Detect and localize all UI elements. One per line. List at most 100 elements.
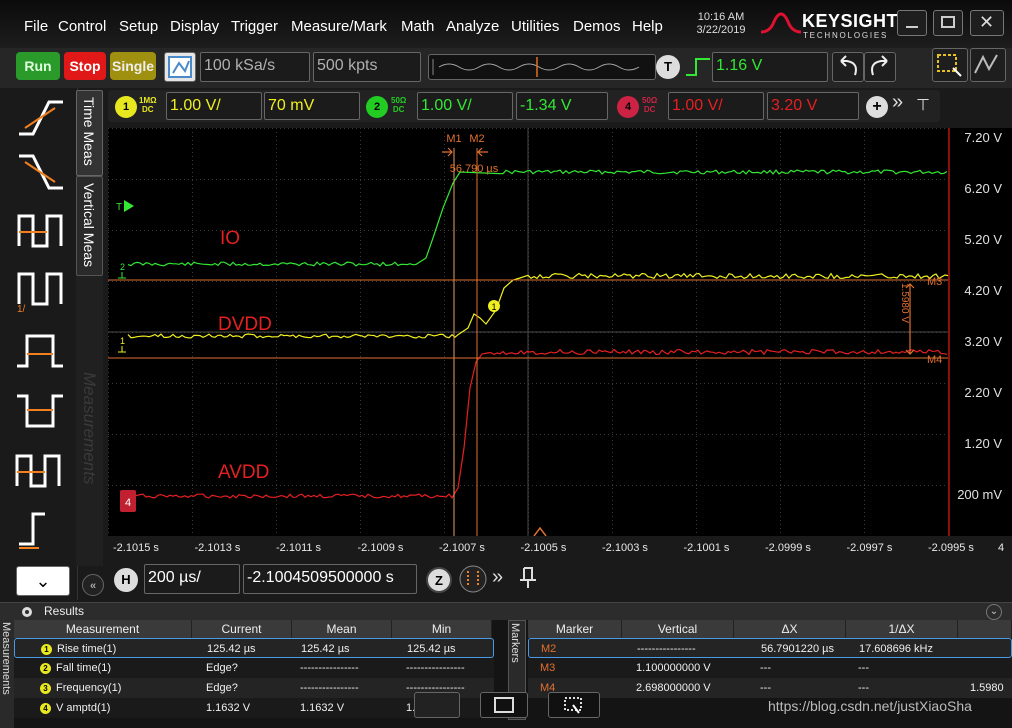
menu-measure-mark[interactable]: Measure/Mark — [291, 18, 387, 35]
menu-help[interactable]: Help — [632, 18, 663, 35]
meas-header[interactable]: Min — [392, 620, 492, 638]
marker-row[interactable]: M4 2.698000000 V --- --- 1.5980 — [528, 678, 1012, 698]
pin-icon[interactable] — [518, 566, 538, 590]
add-channel-button[interactable]: + — [866, 96, 888, 118]
negative-width-icon[interactable] — [15, 386, 65, 434]
duty-cycle-icon[interactable] — [15, 446, 65, 494]
marker-row[interactable]: M2 ---------------- 56.7901220 µs 17.608696… — [528, 638, 1012, 658]
marker-header[interactable]: ΔX — [734, 620, 846, 638]
menu-file[interactable]: File — [24, 18, 48, 35]
y-axis: 7.20 V 6.20 V 5.20 V 4.20 V 3.20 V 2.20 V 1.20… — [948, 128, 1012, 553]
meas-header[interactable]: Mean — [292, 620, 392, 638]
scroll-down-button[interactable]: ⌄ — [16, 566, 70, 596]
undo-button[interactable] — [832, 52, 864, 82]
zoom-box-button[interactable] — [932, 48, 968, 82]
trace-label-dvdd: DVDD — [218, 314, 272, 335]
marker-header[interactable]: 1/ΔX — [846, 620, 958, 638]
brand-sub: TECHNOLOGIES — [803, 31, 889, 40]
channel-1-badge[interactable]: 1 — [115, 96, 137, 118]
autoscale-button[interactable] — [164, 52, 196, 82]
stop-button[interactable]: Stop — [64, 52, 106, 80]
fall-time-icon[interactable] — [15, 148, 65, 196]
results-nav-left-button[interactable] — [414, 692, 460, 718]
channel-1-offset-field[interactable]: 70 mV — [264, 92, 360, 120]
channel-2-coupling: 50Ω DC — [391, 96, 406, 114]
maximize-button[interactable] — [933, 10, 963, 36]
sample-rate-field[interactable]: 100 kSa/s — [200, 52, 310, 82]
single-button[interactable]: Single — [110, 52, 156, 80]
delta-x-readout: 56.790 µs — [450, 163, 499, 175]
marker-vertical: ---------------- — [637, 643, 696, 655]
tab-time-meas[interactable]: Time Meas — [76, 90, 103, 176]
channel-2-offset-field[interactable]: -1.34 V — [516, 92, 608, 120]
expand-channels-icon[interactable]: » — [892, 91, 903, 114]
tab-vertical-meas[interactable]: Vertical Meas — [76, 176, 103, 276]
marker-row[interactable]: M3 1.100000000 V --- --- — [528, 658, 1012, 678]
maximize-icon — [941, 16, 955, 28]
menu-utilities[interactable]: Utilities — [511, 18, 559, 35]
waveform-overview[interactable] — [428, 54, 656, 80]
meas-header[interactable]: Current — [192, 620, 292, 638]
measure-tool-button[interactable] — [970, 48, 1006, 82]
period-icon[interactable] — [15, 206, 65, 254]
measurements-panel-tab[interactable]: Measurements — [76, 276, 103, 566]
pin-channel-bar-icon[interactable]: ⊥ — [916, 94, 930, 114]
run-button[interactable]: Run — [16, 52, 60, 80]
menu-math[interactable]: Math — [401, 18, 434, 35]
delay-icon[interactable] — [15, 504, 65, 552]
expand-right-icon[interactable]: » — [492, 566, 503, 589]
rise-time-icon[interactable] — [15, 94, 65, 142]
channel-1-impedance: 1MΩ — [139, 96, 157, 105]
meas-min: ---------------- — [406, 662, 465, 674]
horizontal-badge[interactable]: H — [114, 568, 138, 592]
x-tick-label: -2.1005 s — [520, 542, 567, 554]
meas-header[interactable]: Measurement — [14, 620, 192, 638]
redo-button[interactable] — [864, 52, 896, 82]
channel-4-badge[interactable]: 4 — [617, 96, 639, 118]
zoom-box-icon — [937, 54, 962, 77]
waveform-display[interactable]: IO DVDD AVDD M1 M2 56.790 µs M3 M4 1.5980 V 2 1 4 T 1 — [108, 128, 949, 537]
collapse-results-icon[interactable]: ⌄ — [986, 604, 1002, 620]
tab-time-meas-label: Time Meas — [81, 97, 97, 166]
channel-2-badge[interactable]: 2 — [366, 96, 388, 118]
marker-header[interactable]: Marker — [528, 620, 622, 638]
results-left-tab[interactable]: Measurements — [0, 620, 14, 728]
frequency-icon[interactable]: 1/ — [15, 264, 65, 312]
meas-number-badge: 4 — [40, 703, 51, 714]
gear-icon[interactable] — [20, 605, 34, 619]
menu-setup[interactable]: Setup — [119, 18, 158, 35]
timebase-scale-field[interactable]: 200 µs/ — [144, 564, 240, 594]
menu-display[interactable]: Display — [170, 18, 219, 35]
channel-4-offset-field[interactable]: 3.20 V — [767, 92, 859, 120]
trigger-edge-icon[interactable] — [684, 55, 712, 79]
minimize-button[interactable] — [897, 10, 927, 36]
channel-4-scale-field[interactable]: 1.00 V/ — [668, 92, 764, 120]
menu-trigger[interactable]: Trigger — [231, 18, 278, 35]
channel-2-scale-field[interactable]: 1.00 V/ — [417, 92, 513, 120]
measurement-row[interactable]: 2 Fall time(1) Edge? ---------------- ------… — [14, 658, 494, 678]
close-button[interactable]: ✕ — [970, 10, 1004, 36]
marker-header[interactable]: Vertical — [622, 620, 734, 638]
marker-dx: --- — [760, 662, 771, 674]
screenshot-button[interactable] — [548, 692, 600, 718]
zoom-badge[interactable]: Z — [426, 567, 452, 593]
timebase-position-field[interactable]: -2.1004509500000 s — [243, 564, 417, 594]
measurement-row[interactable]: 1 Rise time(1) 125.42 µs 125.42 µs 125.42 µs — [14, 638, 494, 658]
menu-demos[interactable]: Demos — [573, 18, 621, 35]
delta-x-arrows-icon — [442, 147, 488, 157]
meas-number-badge: 2 — [40, 663, 51, 674]
x-tick-label: -2.1009 s — [357, 542, 404, 554]
channel-1-scale-field[interactable]: 1.00 V/ — [166, 92, 262, 120]
trigger-level-field[interactable]: 1.16 V — [712, 52, 828, 82]
positive-width-icon[interactable] — [15, 326, 65, 374]
collapse-left-button[interactable]: « — [82, 574, 104, 596]
brand-name: KEYSIGHT — [802, 11, 899, 31]
memory-depth-field[interactable]: 500 kpts — [313, 52, 421, 82]
menu-analyze[interactable]: Analyze — [446, 18, 499, 35]
timebase-reference-icon[interactable] — [458, 564, 488, 594]
trigger-badge[interactable]: T — [656, 55, 680, 79]
marker-m3-label: M3 — [927, 276, 942, 288]
fullscreen-button[interactable] — [480, 692, 528, 718]
redo-icon — [871, 55, 888, 76]
menu-control[interactable]: Control — [58, 18, 106, 35]
